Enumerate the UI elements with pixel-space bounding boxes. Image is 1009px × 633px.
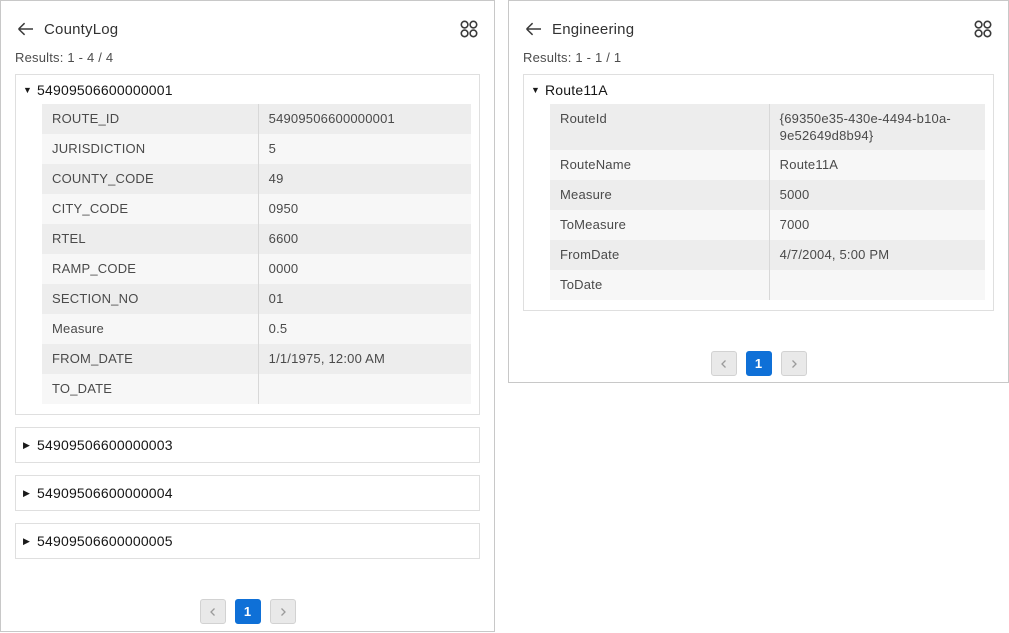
grid-view-button[interactable] xyxy=(458,18,480,40)
field-value: 7000 xyxy=(770,210,985,239)
field-value: 0.5 xyxy=(259,314,471,343)
feature-title: 54909506600000001 xyxy=(37,81,173,99)
field-label: FromDate xyxy=(550,240,770,270)
field-label: SECTION_NO xyxy=(42,284,259,314)
field-row: SECTION_NO 01 xyxy=(42,284,471,314)
arrow-left-icon xyxy=(524,21,543,37)
attribute-table: RouteId {69350e35-430e-4494-b10a-9e52649… xyxy=(550,104,985,300)
feature-card-expanded: ▼ Route11A RouteId {69350e35-430e-4494-b… xyxy=(523,74,994,311)
field-label: RouteName xyxy=(550,150,770,180)
feature-card-header[interactable]: ▶ 54909506600000004 xyxy=(16,484,479,502)
arrow-left-icon xyxy=(16,21,35,37)
page-button-1[interactable]: 1 xyxy=(746,351,772,376)
field-value: 5000 xyxy=(770,180,985,209)
pagination: 1 xyxy=(523,351,994,376)
field-label: Measure xyxy=(42,314,259,344)
prev-page-button[interactable] xyxy=(200,599,226,624)
field-label: ROUTE_ID xyxy=(42,104,259,134)
field-row: ToMeasure 7000 xyxy=(550,210,985,240)
field-row: CITY_CODE 0950 xyxy=(42,194,471,224)
grid-view-button[interactable] xyxy=(972,18,994,40)
field-label: CITY_CODE xyxy=(42,194,259,224)
field-value: 54909506600000001 xyxy=(259,104,471,133)
chevron-right-icon xyxy=(788,358,800,370)
caret-down-icon: ▼ xyxy=(23,86,35,95)
feature-title: Route11A xyxy=(545,81,608,99)
feature-card-collapsed[interactable]: ▶ 54909506600000005 xyxy=(15,523,480,559)
page-title: Engineering xyxy=(552,21,634,38)
field-value: 1/1/1975, 12:00 AM xyxy=(259,344,471,373)
field-label: RAMP_CODE xyxy=(42,254,259,284)
field-label: FROM_DATE xyxy=(42,344,259,374)
grid-of-circles-icon xyxy=(973,19,993,39)
feature-card-expanded: ▼ 54909506600000001 ROUTE_ID 54909506600… xyxy=(15,74,480,415)
field-value: 5 xyxy=(259,134,471,163)
engineering-panel: Engineering Results: 1 - 1 / 1 ▼ Route11… xyxy=(508,0,1009,383)
chevron-left-icon xyxy=(207,606,219,618)
feature-card-header[interactable]: ▼ 54909506600000001 xyxy=(16,75,479,104)
field-row: RAMP_CODE 0000 xyxy=(42,254,471,284)
field-row: ROUTE_ID 54909506600000001 xyxy=(42,104,471,134)
field-row: FROM_DATE 1/1/1975, 12:00 AM xyxy=(42,344,471,374)
field-row: TO_DATE xyxy=(42,374,471,404)
field-value: Route11A xyxy=(770,150,985,179)
dashboard: CountyLog Results: 1 - 4 / 4 ▼ 549095066… xyxy=(0,0,1009,633)
field-row: Measure 5000 xyxy=(550,180,985,210)
caret-down-icon: ▼ xyxy=(531,86,543,95)
field-value: 6600 xyxy=(259,224,471,253)
caret-right-icon: ▶ xyxy=(23,537,35,546)
field-row: RouteId {69350e35-430e-4494-b10a-9e52649… xyxy=(550,104,985,150)
page-button-1[interactable]: 1 xyxy=(235,599,261,624)
field-value: 01 xyxy=(259,284,471,313)
field-value: 4/7/2004, 5:00 PM xyxy=(770,240,985,269)
feature-card-header[interactable]: ▼ Route11A xyxy=(524,75,993,104)
field-row: COUNTY_CODE 49 xyxy=(42,164,471,194)
back-button[interactable] xyxy=(523,19,543,39)
feature-card-collapsed[interactable]: ▶ 54909506600000004 xyxy=(15,475,480,511)
panel-header: Engineering xyxy=(523,18,994,40)
field-label: TO_DATE xyxy=(42,374,259,404)
field-label: COUNTY_CODE xyxy=(42,164,259,194)
page-title: CountyLog xyxy=(44,21,118,38)
feature-card-header[interactable]: ▶ 54909506600000005 xyxy=(16,532,479,550)
feature-title: 54909506600000005 xyxy=(37,532,173,550)
results-count: Results: 1 - 4 / 4 xyxy=(15,50,480,65)
results-count: Results: 1 - 1 / 1 xyxy=(523,50,994,65)
caret-right-icon: ▶ xyxy=(23,441,35,450)
chevron-left-icon xyxy=(718,358,730,370)
field-label: RouteId xyxy=(550,104,770,150)
feature-title: 54909506600000004 xyxy=(37,484,173,502)
back-button[interactable] xyxy=(15,19,35,39)
attribute-table: ROUTE_ID 54909506600000001 JURISDICTION … xyxy=(42,104,471,404)
field-value xyxy=(259,374,471,386)
field-row: JURISDICTION 5 xyxy=(42,134,471,164)
field-row: Measure 0.5 xyxy=(42,314,471,344)
field-row: ToDate xyxy=(550,270,985,300)
field-label: ToDate xyxy=(550,270,770,300)
field-value xyxy=(770,270,985,282)
field-label: JURISDICTION xyxy=(42,134,259,164)
next-page-button[interactable] xyxy=(781,351,807,376)
field-row: FromDate 4/7/2004, 5:00 PM xyxy=(550,240,985,270)
feature-card-header[interactable]: ▶ 54909506600000003 xyxy=(16,436,479,454)
field-label: Measure xyxy=(550,180,770,210)
prev-page-button[interactable] xyxy=(711,351,737,376)
feature-title: 54909506600000003 xyxy=(37,436,173,454)
field-value: 0000 xyxy=(259,254,471,283)
field-value: 49 xyxy=(259,164,471,193)
field-label: RTEL xyxy=(42,224,259,254)
field-row: RouteName Route11A xyxy=(550,150,985,180)
field-value: 0950 xyxy=(259,194,471,223)
county-log-panel: CountyLog Results: 1 - 4 / 4 ▼ 549095066… xyxy=(0,0,495,632)
field-value: {69350e35-430e-4494-b10a-9e52649d8b94} xyxy=(770,104,985,150)
panel-header: CountyLog xyxy=(15,18,480,40)
pagination: 1 xyxy=(15,599,480,624)
feature-card-collapsed[interactable]: ▶ 54909506600000003 xyxy=(15,427,480,463)
grid-of-circles-icon xyxy=(459,19,479,39)
field-row: RTEL 6600 xyxy=(42,224,471,254)
field-label: ToMeasure xyxy=(550,210,770,240)
chevron-right-icon xyxy=(277,606,289,618)
next-page-button[interactable] xyxy=(270,599,296,624)
caret-right-icon: ▶ xyxy=(23,489,35,498)
